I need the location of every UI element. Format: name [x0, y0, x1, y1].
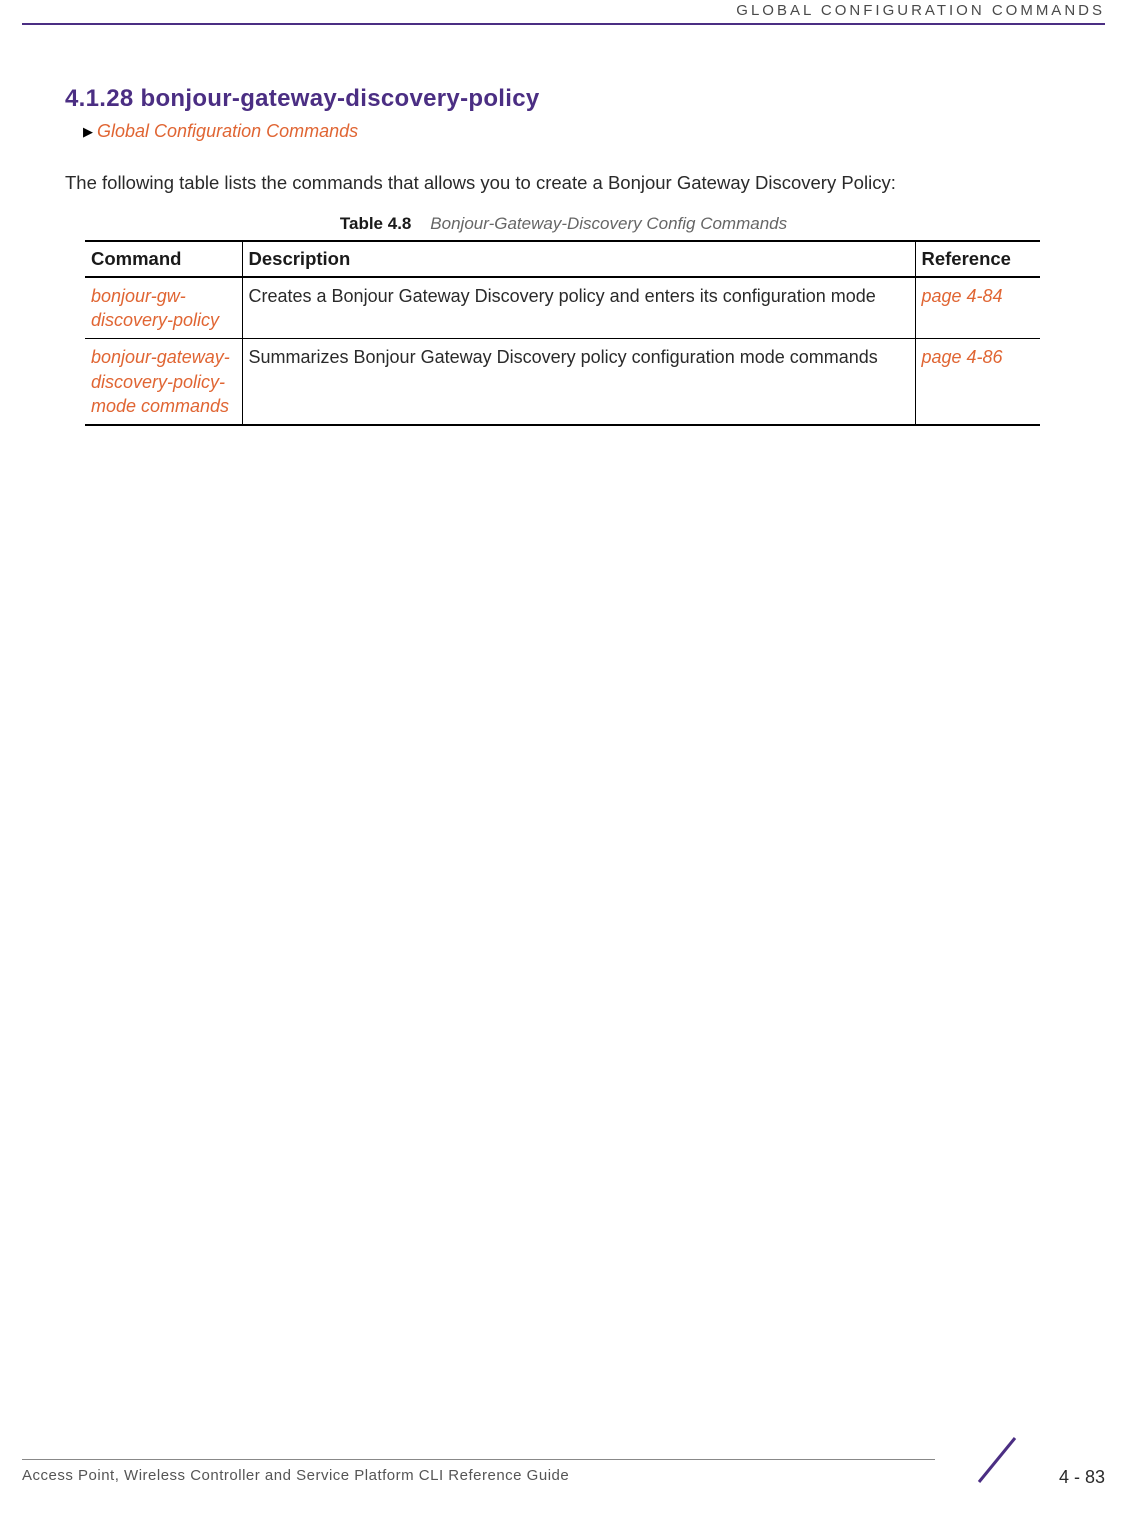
command-description: Summarizes Bonjour Gateway Discovery pol… — [249, 347, 878, 367]
command-link[interactable]: bonjour-gw-discovery-policy — [91, 286, 219, 330]
intro-paragraph: The following table lists the commands t… — [65, 170, 1062, 196]
table-header-description: Description — [242, 241, 915, 277]
page-number: 4 - 83 — [1059, 1467, 1105, 1488]
breadcrumb-link[interactable]: Global Configuration Commands — [97, 121, 358, 142]
header-rule — [22, 23, 1105, 25]
footer-rule — [22, 1459, 935, 1460]
page-footer: Access Point, Wireless Controller and Se… — [22, 1459, 1105, 1497]
table-header-row: Command Description Reference — [85, 241, 1040, 277]
footer-guide-title: Access Point, Wireless Controller and Se… — [22, 1467, 569, 1484]
main-content: 4.1.28 bonjour-gateway-discovery-policy … — [65, 85, 1062, 426]
table-caption-title: Bonjour-Gateway-Discovery Config Command… — [430, 214, 787, 233]
command-link[interactable]: bonjour-gateway-discovery-policy-mode co… — [91, 347, 230, 416]
command-description: Creates a Bonjour Gateway Discovery poli… — [249, 286, 876, 306]
section-heading: 4.1.28 bonjour-gateway-discovery-policy — [65, 85, 1062, 113]
chapter-header-text: GLOBAL CONFIGURATION COMMANDS — [736, 2, 1105, 19]
table-row: bonjour-gateway-discovery-policy-mode co… — [85, 339, 1040, 425]
triangle-right-icon: ▶ — [83, 124, 93, 140]
table-row: bonjour-gw-discovery-policy Creates a Bo… — [85, 277, 1040, 339]
breadcrumb: ▶ Global Configuration Commands — [83, 121, 1062, 142]
page-reference-link[interactable]: page 4-86 — [922, 347, 1003, 367]
footer-slash-icon — [967, 1436, 1027, 1484]
page-reference-link[interactable]: page 4-84 — [922, 286, 1003, 306]
commands-table: Command Description Reference bonjour-gw… — [85, 240, 1040, 426]
table-caption: Table 4.8 Bonjour-Gateway-Discovery Conf… — [65, 214, 1062, 234]
table-caption-label: Table 4.8 — [340, 214, 412, 233]
table-header-reference: Reference — [915, 241, 1040, 277]
table-header-command: Command — [85, 241, 242, 277]
